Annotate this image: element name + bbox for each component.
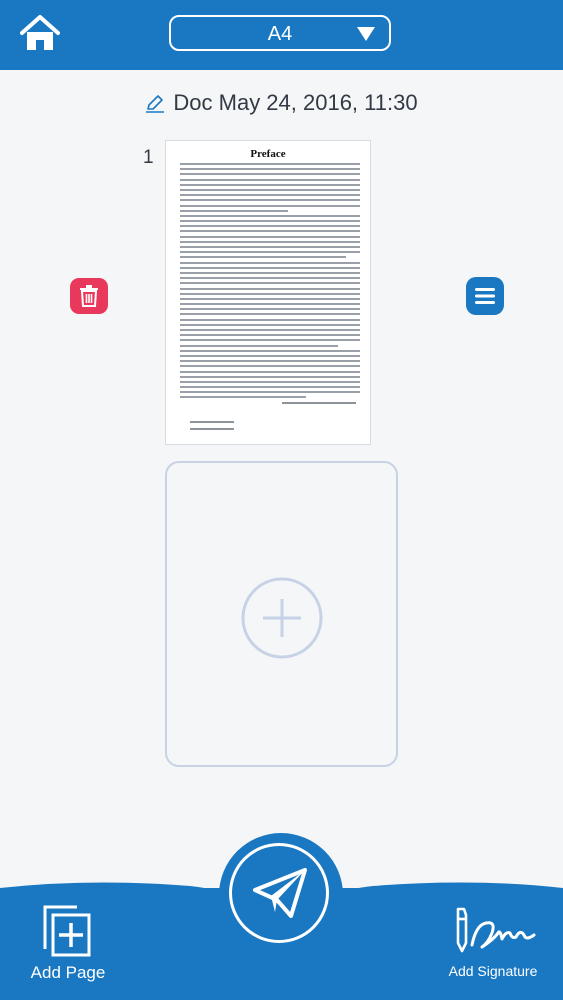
page-text-line — [180, 287, 360, 290]
page-text-line — [180, 396, 306, 399]
page-text-line — [180, 246, 360, 248]
pencil-icon[interactable] — [145, 93, 165, 113]
page-text-line — [180, 370, 360, 373]
page-text-line — [180, 365, 360, 368]
page-heading: Preface — [250, 148, 286, 160]
page-text-line — [180, 163, 360, 165]
page-text-line — [180, 183, 360, 186]
page-text-line — [180, 323, 360, 326]
page-number: 1 — [143, 147, 154, 168]
top-bar: A4 — [0, 0, 563, 70]
page-text-line — [180, 292, 360, 295]
menu-icon — [475, 288, 495, 304]
page-text-line — [180, 349, 360, 352]
add-page-placeholder[interactable] — [165, 461, 398, 767]
page-text-line — [180, 391, 360, 394]
page-text-line — [180, 188, 360, 191]
page-text-line — [180, 386, 360, 389]
page-text-line — [180, 240, 360, 243]
page-text-line — [180, 282, 360, 285]
page-text-line — [180, 308, 360, 311]
page-text-line — [180, 178, 360, 181]
page-text-lines — [180, 163, 360, 402]
page-text-line — [180, 256, 346, 259]
page-menu-button[interactable] — [466, 277, 504, 315]
page-text-line — [180, 313, 360, 316]
page-text-line — [180, 235, 360, 238]
page-text-line — [180, 375, 360, 378]
page-text-line — [180, 173, 360, 176]
page-text-line — [180, 329, 360, 331]
triangle-down-icon — [357, 27, 375, 41]
page-text-line — [180, 168, 360, 171]
page-text-line — [180, 230, 360, 233]
page-text-line — [180, 277, 360, 280]
page-text-line — [180, 271, 360, 274]
add-page-icon — [43, 905, 91, 957]
page-text-line — [180, 344, 339, 347]
document-title[interactable]: Doc May 24, 2016, 11:30 — [173, 90, 417, 116]
add-signature-label: Add Signature — [448, 963, 538, 979]
add-page-button[interactable]: Add Page — [20, 905, 116, 993]
add-page-label: Add Page — [30, 963, 106, 982]
paper-plane-icon — [253, 868, 307, 918]
add-signature-button[interactable]: Add Signature — [440, 905, 546, 993]
page-text-line — [180, 266, 360, 269]
page-text-line — [180, 334, 360, 337]
page-text-line — [180, 380, 360, 383]
delete-page-button[interactable] — [70, 278, 108, 314]
home-icon — [20, 15, 60, 50]
page-signature-line — [282, 402, 356, 404]
page-text-line — [180, 194, 360, 197]
page-text-line — [180, 318, 360, 321]
page-size-dropdown[interactable]: A4 — [169, 15, 391, 51]
page-text-line — [180, 199, 360, 202]
page-text-line — [180, 261, 360, 264]
document-title-row: Doc May 24, 2016, 11:30 — [0, 90, 563, 120]
page-date-lines — [190, 421, 234, 439]
trash-icon — [80, 285, 98, 307]
page-thumbnail[interactable]: Preface — [165, 140, 371, 445]
page-text-line — [180, 360, 360, 363]
plus-circle-icon — [241, 577, 323, 659]
page-text-line — [180, 303, 360, 306]
signature-pen-icon — [456, 907, 536, 953]
page-text-line — [180, 297, 360, 300]
page-text-line — [180, 204, 360, 207]
page-text-line — [180, 220, 360, 223]
page-text-line — [180, 209, 288, 212]
page-text-line — [180, 214, 360, 217]
page-text-line — [180, 225, 360, 228]
page-text-line — [180, 251, 360, 254]
send-button[interactable] — [219, 833, 343, 957]
page-text-line — [180, 339, 360, 342]
home-button[interactable] — [20, 14, 60, 54]
page-text-line — [180, 354, 360, 357]
